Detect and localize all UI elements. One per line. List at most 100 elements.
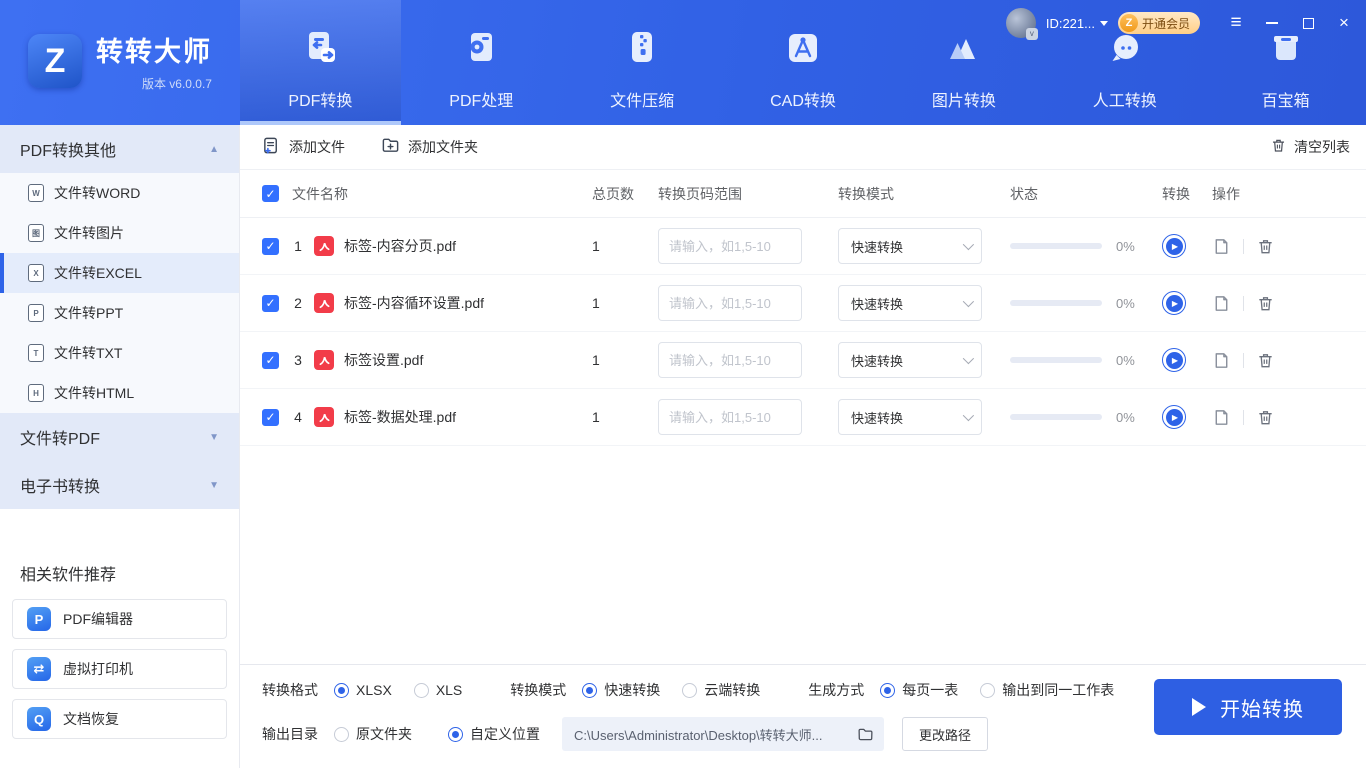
delete-row-icon[interactable] xyxy=(1256,408,1275,427)
minimize-button[interactable] xyxy=(1264,15,1280,31)
sidebar-section-to-pdf[interactable]: 文件转PDF ▼ xyxy=(0,413,239,461)
tab-pdf-process[interactable]: PDF处理 xyxy=(401,0,562,125)
progress-percent: 0% xyxy=(1116,409,1135,425)
radio-custom-location[interactable]: 自定义位置 xyxy=(448,724,540,744)
sidebar-item-to-ppt[interactable]: P 文件转PPT xyxy=(0,293,239,333)
open-file-icon[interactable] xyxy=(1212,351,1231,370)
page-range-input[interactable] xyxy=(658,285,802,321)
user-id-menu[interactable]: ID:221... xyxy=(1046,16,1108,31)
menu-icon[interactable]: ≡ xyxy=(1228,13,1244,32)
sidebar-item-to-excel[interactable]: X 文件转EXCEL xyxy=(0,253,239,293)
virtual-printer-icon: ⇄ xyxy=(27,657,51,681)
radio-icon xyxy=(682,682,698,698)
open-file-icon[interactable] xyxy=(1212,408,1231,427)
trash-icon xyxy=(1270,137,1287,157)
vip-upgrade-button[interactable]: Z 开通会员 xyxy=(1117,12,1200,34)
radio-sheet-per-page[interactable]: 每页一表 xyxy=(880,680,958,700)
radio-cloud-convert[interactable]: 云端转换 xyxy=(682,680,760,700)
file-name: 标签-数据处理.pdf xyxy=(344,409,457,425)
sidebar-item-to-image[interactable]: 图 文件转图片 xyxy=(0,213,239,253)
page-count: 1 xyxy=(592,295,600,311)
page-range-input[interactable] xyxy=(658,399,802,435)
add-file-button[interactable]: 添加文件 xyxy=(262,136,345,158)
chevron-up-icon: ▲ xyxy=(209,143,219,155)
pdf-file-icon xyxy=(314,236,334,256)
start-convert-button[interactable]: 开始转换 xyxy=(1154,679,1342,735)
tab-cad-convert[interactable]: CAD转换 xyxy=(723,0,884,125)
table-row: ✓ 3 标签设置.pdf 1 快速转换 0% ▶ xyxy=(240,332,1366,389)
row-checkbox[interactable]: ✓ xyxy=(262,237,279,255)
related-software: 相关软件推荐 P PDF编辑器 ⇄ 虚拟打印机 Q 文档恢复 xyxy=(0,561,239,749)
tab-pdf-convert[interactable]: PDF转换 xyxy=(240,0,401,125)
radio-xlsx[interactable]: XLSX xyxy=(334,682,392,698)
radio-icon xyxy=(980,682,996,698)
page-range-input[interactable] xyxy=(658,228,802,264)
row-convert-play-button[interactable]: ▶ xyxy=(1162,234,1186,258)
convert-mode-value: 快速转换 xyxy=(851,239,904,255)
maximize-button[interactable] xyxy=(1300,15,1316,31)
sidebar-item-label: 文件转图片 xyxy=(54,225,124,241)
folder-icon[interactable] xyxy=(857,726,874,743)
delete-row-icon[interactable] xyxy=(1256,351,1275,370)
radio-fast-convert[interactable]: 快速转换 xyxy=(582,680,660,700)
page-range-input[interactable] xyxy=(658,342,802,378)
html-file-icon: H xyxy=(28,384,44,402)
convert-mode-select[interactable]: 快速转换 xyxy=(838,285,982,321)
sidebar-item-to-html[interactable]: H 文件转HTML xyxy=(0,373,239,413)
row-checkbox[interactable]: ✓ xyxy=(262,408,279,426)
divider xyxy=(1243,238,1244,254)
delete-row-icon[interactable] xyxy=(1256,294,1275,313)
convert-mode-select[interactable]: 快速转换 xyxy=(838,228,982,264)
chevron-down-icon xyxy=(962,409,975,422)
close-button[interactable]: × xyxy=(1336,13,1352,32)
delete-row-icon[interactable] xyxy=(1256,237,1275,256)
mode-label: 转换模式 xyxy=(510,682,567,698)
promo-pdf-editor[interactable]: P PDF编辑器 xyxy=(12,599,227,639)
tab-label: CAD转换 xyxy=(770,93,836,110)
sidebar-section-pdf-convert-other[interactable]: PDF转换其他 ▲ xyxy=(0,125,239,173)
word-file-icon: W xyxy=(28,184,44,202)
promo-label: 文档恢复 xyxy=(63,711,119,727)
clear-list-button[interactable]: 清空列表 xyxy=(1270,137,1350,157)
promo-doc-recovery[interactable]: Q 文档恢复 xyxy=(12,699,227,739)
col-filename: 文件名称 xyxy=(292,185,348,202)
tab-label: 人工转换 xyxy=(1092,93,1157,110)
convert-mode-select[interactable]: 快速转换 xyxy=(838,399,982,435)
window-controls: ≡ × xyxy=(1228,13,1352,32)
file-compress-icon xyxy=(619,26,665,77)
open-file-icon[interactable] xyxy=(1212,294,1231,313)
output-path-field[interactable]: C:\Users\Administrator\Desktop\转转大师... xyxy=(562,717,884,751)
col-mode: 转换模式 xyxy=(838,185,894,202)
user-avatar[interactable] xyxy=(1005,8,1038,40)
row-checkbox[interactable]: ✓ xyxy=(262,351,279,369)
sidebar-item-to-txt[interactable]: T 文件转TXT xyxy=(0,333,239,373)
tab-file-compress[interactable]: 文件压缩 xyxy=(562,0,723,125)
select-all-checkbox[interactable]: ✓ xyxy=(262,185,279,202)
divider xyxy=(1243,409,1244,425)
open-file-icon[interactable] xyxy=(1212,237,1231,256)
section-label: PDF转换其他 xyxy=(20,143,117,160)
promo-virtual-printer[interactable]: ⇄ 虚拟打印机 xyxy=(12,649,227,689)
radio-same-worksheet[interactable]: 输出到同一工作表 xyxy=(980,680,1114,700)
row-convert-play-button[interactable]: ▶ xyxy=(1162,405,1186,429)
pdf-process-icon xyxy=(458,26,504,77)
play-icon xyxy=(1192,698,1206,716)
chevron-down-icon xyxy=(962,238,975,251)
sidebar-section-ebook-convert[interactable]: 电子书转换 ▼ xyxy=(0,461,239,509)
row-convert-play-button[interactable]: ▶ xyxy=(1162,291,1186,315)
sidebar-item-to-word[interactable]: W 文件转WORD xyxy=(0,173,239,213)
add-folder-button[interactable]: 添加文件夹 xyxy=(381,136,478,158)
col-ops: 操作 xyxy=(1212,185,1240,202)
tab-label: PDF转换 xyxy=(288,93,353,110)
change-path-button[interactable]: 更改路径 xyxy=(902,717,989,751)
radio-xls[interactable]: XLS xyxy=(413,682,462,698)
section-label: 文件转PDF xyxy=(20,431,101,448)
row-checkbox[interactable]: ✓ xyxy=(262,294,279,312)
radio-icon xyxy=(334,682,349,698)
sidebar-item-label: 文件转EXCEL xyxy=(54,265,142,281)
row-convert-play-button[interactable]: ▶ xyxy=(1162,348,1186,372)
progress-percent: 0% xyxy=(1116,352,1135,368)
radio-source-folder[interactable]: 原文件夹 xyxy=(334,724,412,744)
image-convert-icon xyxy=(941,26,987,77)
convert-mode-select[interactable]: 快速转换 xyxy=(838,342,982,378)
